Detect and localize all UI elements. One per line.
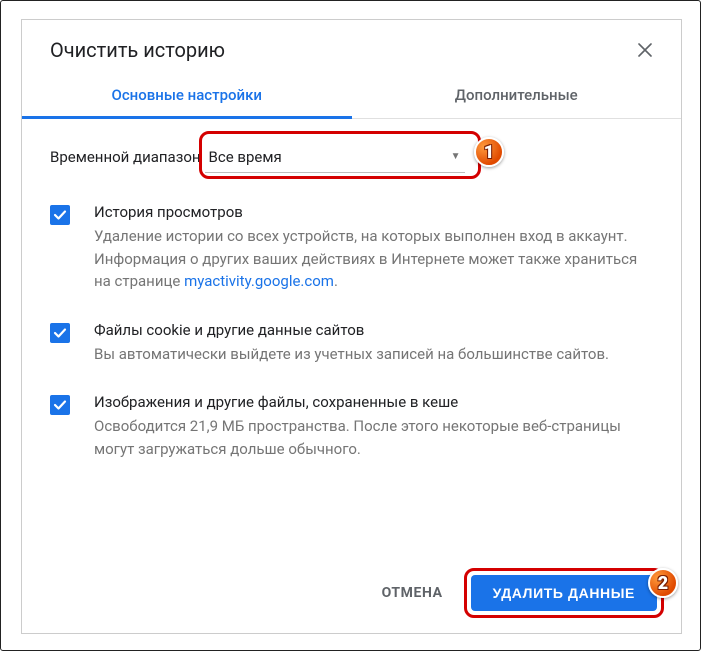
time-range-value: Все время: [209, 148, 282, 166]
tab-advanced[interactable]: Дополнительные: [352, 72, 682, 118]
clear-history-dialog: Очистить историю Основные настройки Допо…: [21, 19, 682, 634]
option-title: История просмотров: [94, 203, 653, 221]
cancel-button[interactable]: ОТМЕНА: [372, 577, 453, 609]
screenshot-frame: Очистить историю Основные настройки Допо…: [0, 0, 701, 651]
option-title: Файлы cookie и другие данные сайтов: [94, 321, 653, 339]
option-desc: Удаление истории со всех устройств, на к…: [94, 225, 653, 293]
dialog-body: Временной диапазон Все время ▼ История: [22, 119, 681, 561]
time-range-select[interactable]: Все время ▼: [205, 141, 465, 173]
dialog-title: Очистить историю: [50, 38, 225, 62]
dropdown-caret-icon: ▼: [451, 151, 461, 162]
option-cookies: Файлы cookie и другие данные сайтов Вы а…: [50, 321, 653, 366]
checkbox-cookies[interactable]: [50, 323, 70, 343]
delete-data-button[interactable]: УДАЛИТЬ ДАННЫЕ: [471, 575, 657, 611]
time-range-select-wrap: Все время ▼: [205, 141, 465, 173]
close-button[interactable]: [633, 38, 657, 62]
checkbox-cache[interactable]: [50, 395, 70, 415]
myactivity-link[interactable]: myactivity.google.com: [184, 272, 334, 290]
tab-basic[interactable]: Основные настройки: [22, 72, 352, 118]
option-title: Изображения и другие файлы, сохраненные …: [94, 393, 653, 411]
check-icon: [53, 398, 67, 412]
dialog-footer: ОТМЕНА УДАЛИТЬ ДАННЫЕ: [22, 561, 681, 633]
check-icon: [53, 326, 67, 340]
option-desc: Вы автоматически выйдете из учетных запи…: [94, 343, 653, 366]
checkbox-browsing-history[interactable]: [50, 205, 70, 225]
close-icon: [638, 43, 652, 57]
time-range-row: Временной диапазон Все время ▼: [50, 141, 653, 173]
option-browsing-history: История просмотров Удаление истории со в…: [50, 203, 653, 293]
time-range-label: Временной диапазон: [50, 148, 201, 166]
option-cache: Изображения и другие файлы, сохраненные …: [50, 393, 653, 460]
check-icon: [53, 208, 67, 222]
dialog-header: Очистить историю: [22, 20, 681, 72]
tabs: Основные настройки Дополнительные: [22, 72, 681, 119]
option-desc: Освободится 21,9 МБ пространства. После …: [94, 415, 653, 460]
